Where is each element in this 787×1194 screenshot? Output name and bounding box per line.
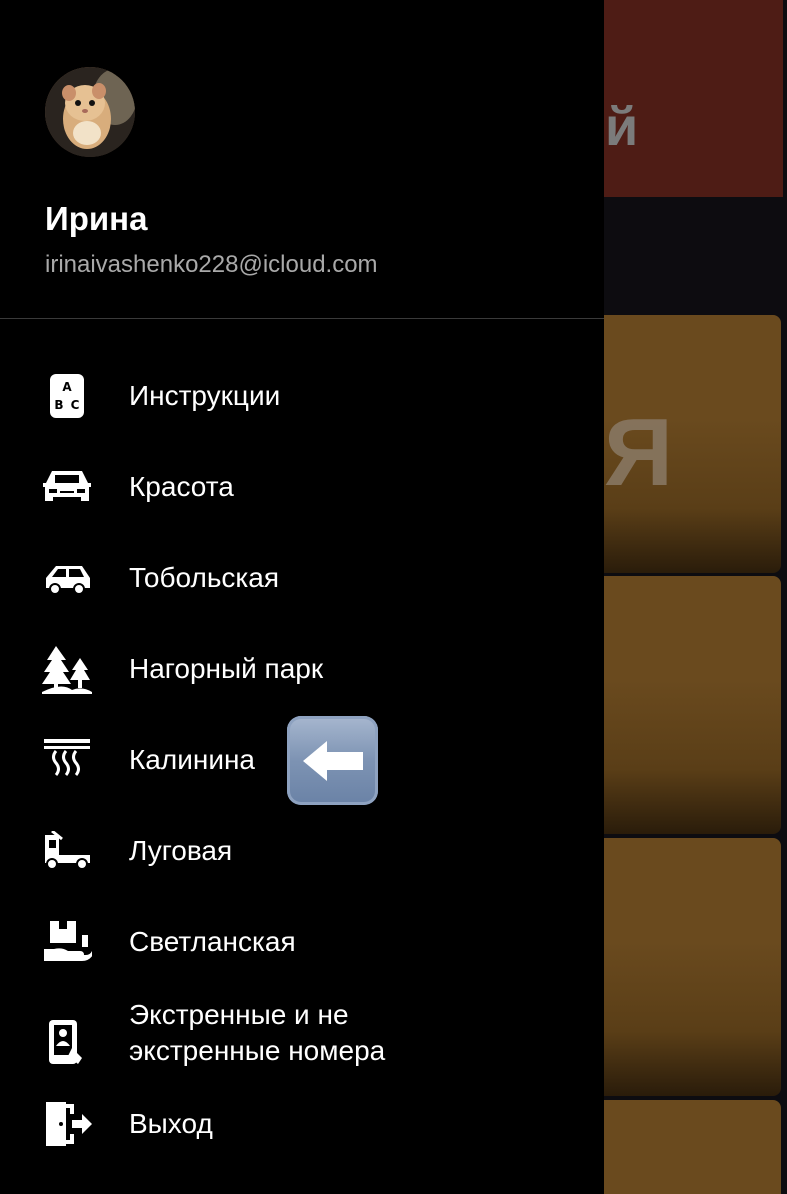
car-front-icon	[42, 462, 92, 512]
truck-icon	[42, 826, 92, 876]
menu-item-label: Луговая	[129, 835, 233, 866]
svg-text:C: C	[71, 398, 80, 412]
menu-item-label: Тобольская	[129, 562, 280, 593]
background-card[interactable]	[604, 576, 781, 834]
background-app[interactable]: й Я	[604, 0, 787, 1194]
background-banner[interactable]: й	[604, 0, 783, 197]
menu-item-label-line: экстренные номера	[129, 1035, 386, 1066]
car-side-icon	[42, 553, 92, 603]
menu-item-emergency-numbers[interactable]: Экстренные и не экстренные номера	[0, 993, 604, 1093]
menu-item-label: Нагорный парк	[129, 653, 324, 684]
menu-item-label: Экстренные и не экстренные номера	[129, 997, 385, 1069]
background-banner-text: й	[605, 97, 639, 157]
background-card[interactable]: Я	[604, 315, 781, 573]
background-card-text: Я	[604, 399, 673, 506]
avatar[interactable]	[45, 67, 135, 157]
menu-item-label: Красота	[129, 471, 234, 502]
menu-item-lugovaya[interactable]: Луговая	[0, 811, 604, 891]
menu-item-tobolskaya[interactable]: Тобольская	[0, 538, 604, 618]
menu-item-label: Инструкции	[129, 380, 281, 411]
user-email: irinaivashenko228@icloud.com	[45, 251, 378, 278]
exit-door-icon	[42, 1099, 92, 1149]
menu-item-label-line: Экстренные и не	[129, 999, 349, 1030]
hand-package-icon	[42, 917, 92, 967]
user-name: Ирина	[45, 200, 148, 237]
heater-icon	[42, 735, 92, 785]
menu-item-instructions[interactable]: A B C Инструкции	[0, 356, 604, 436]
menu-item-label: Светланская	[129, 926, 296, 957]
left-arrow-emoji-icon	[287, 716, 378, 805]
background-card[interactable]	[604, 838, 781, 1096]
phone-contact-icon	[42, 1018, 92, 1068]
screen: й Я Ирина irinaivashenko228@icloud.com A…	[0, 0, 787, 1194]
menu-item-label: Калинина	[129, 744, 255, 775]
background-card[interactable]	[604, 1100, 781, 1194]
navigation-drawer: Ирина irinaivashenko228@icloud.com A B C…	[0, 0, 604, 1194]
trees-icon	[42, 644, 92, 694]
svg-text:A: A	[62, 380, 72, 394]
menu-item-label: Выход	[129, 1108, 213, 1139]
menu-item-logout[interactable]: Выход	[0, 1084, 604, 1164]
svg-text:B: B	[54, 398, 63, 412]
divider	[0, 318, 604, 319]
menu-item-svetlanskaya[interactable]: Светланская	[0, 902, 604, 982]
abc-book-icon: A B C	[42, 371, 92, 421]
menu-item-nagorny-park[interactable]: Нагорный парк	[0, 629, 604, 709]
menu-item-krasota[interactable]: Красота	[0, 447, 604, 527]
